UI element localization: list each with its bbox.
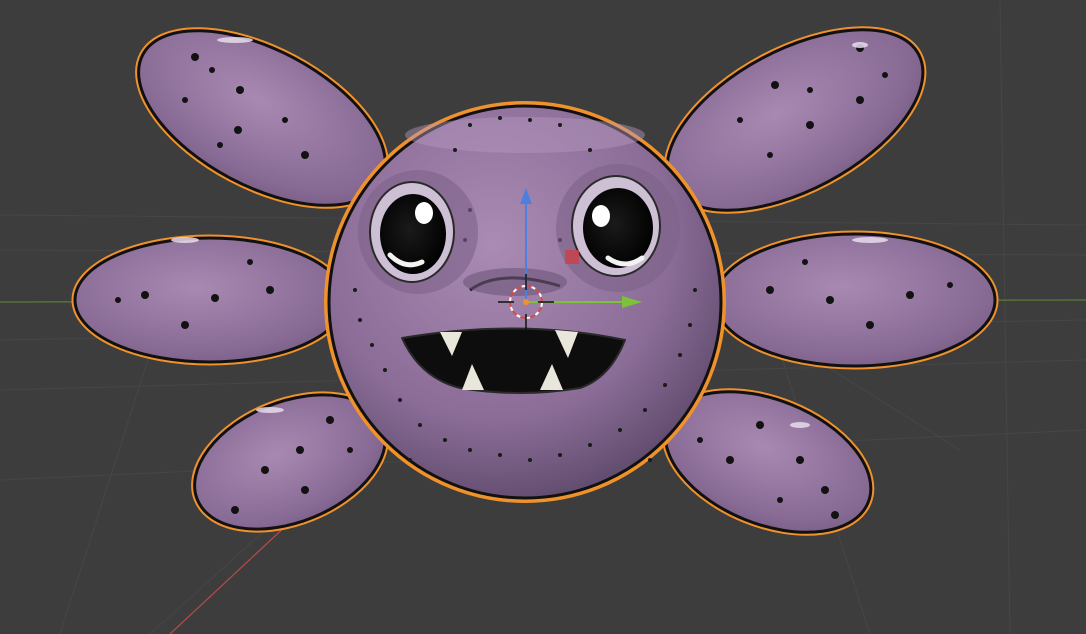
limb-middle-right — [711, 230, 999, 370]
nose-shadow — [463, 268, 567, 296]
right-eye — [556, 164, 680, 292]
3d-viewport[interactable] — [0, 0, 1086, 634]
creature-object[interactable] — [71, 0, 999, 560]
left-eye — [358, 170, 478, 294]
x-axis-handle[interactable] — [565, 250, 579, 264]
